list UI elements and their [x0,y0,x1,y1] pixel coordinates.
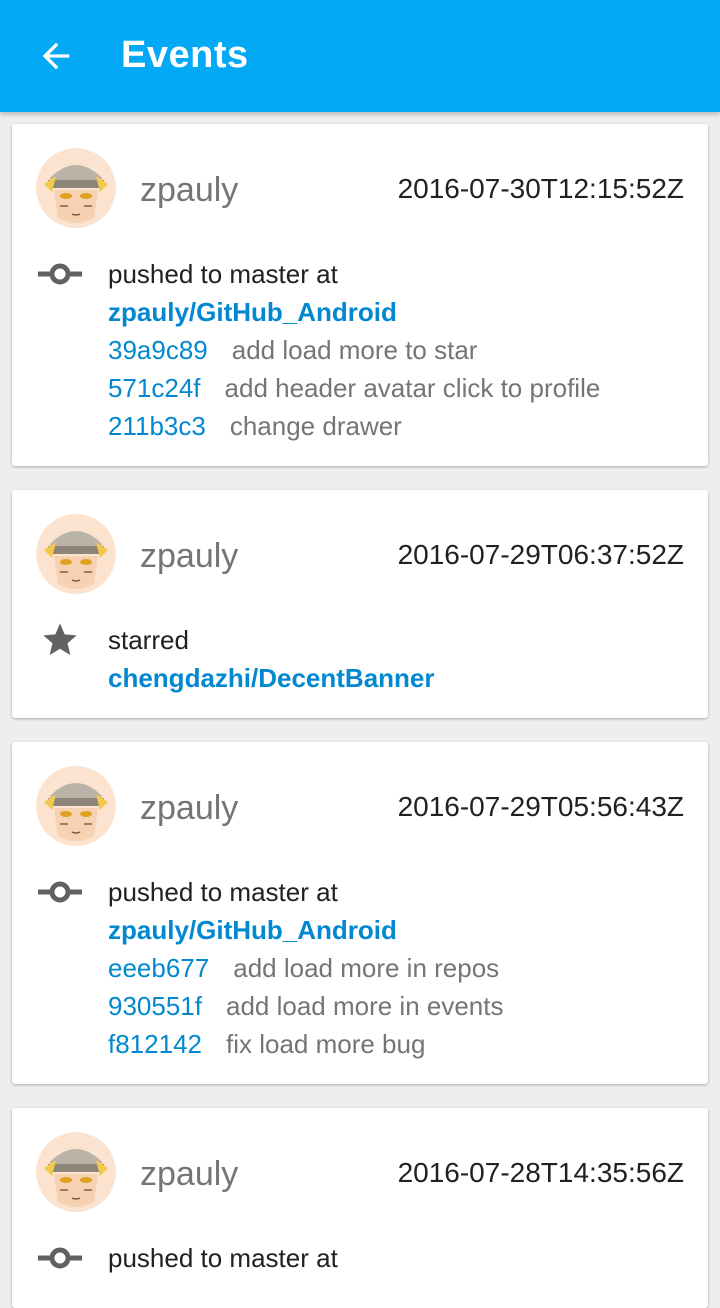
event-action: starred [108,625,189,655]
repo-link[interactable]: zpauly/GitHub_Android [108,911,692,949]
commit-sha-link[interactable]: f812142 [108,1025,202,1063]
event-timestamp: 2016-07-28T14:35:56Z [397,1157,684,1188]
repo-link[interactable]: chengdazhi/DecentBanner [108,659,692,697]
arrow-back-icon [42,42,70,70]
commit-sha-link[interactable]: eeeb677 [108,949,209,987]
event-body: pushed to master at [108,1239,692,1277]
page-title: Events [121,34,249,76]
event-body: pushed to master at zpauly/GitHub_Androi… [108,873,692,1063]
username[interactable]: zpauly [140,171,238,210]
event-card[interactable]: zpauly 2016-07-28T14:35:56Z pushed to ma… [12,1108,708,1308]
commit-message: change drawer [229,411,402,441]
avatar[interactable] [36,1132,116,1212]
commit-sha-link[interactable]: 571c24f [108,369,201,407]
star-icon [36,620,84,660]
back-button[interactable] [24,24,88,88]
event-action: pushed to master at [108,259,338,289]
event-card[interactable]: zpauly 2016-07-29T05:56:43Z pushed to ma… [12,742,708,1084]
commit-message: fix load more bug [225,1029,426,1059]
event-body: starred chengdazhi/DecentBanner [108,621,692,697]
commit-row: eeeb677 add load more in repos [108,949,692,987]
commit-sha-link[interactable]: 930551f [108,987,202,1025]
git-commit-icon [36,256,84,292]
event-timestamp: 2016-07-29T06:37:52Z [397,539,684,570]
event-timestamp: 2016-07-30T12:15:52Z [397,173,684,204]
app-bar: Events [0,0,720,112]
event-timestamp: 2016-07-29T05:56:43Z [397,791,684,822]
event-action: pushed to master at [108,1243,338,1273]
event-card[interactable]: zpauly 2016-07-30T12:15:52Z pushed to ma… [12,124,708,466]
event-body: pushed to master at zpauly/GitHub_Androi… [108,255,692,445]
avatar[interactable] [36,148,116,228]
commit-message: add load more to star [231,335,478,365]
commit-sha-link[interactable]: 39a9c89 [108,331,208,369]
event-card[interactable]: zpauly 2016-07-29T06:37:52Z starred chen… [12,490,708,718]
commit-row: f812142 fix load more bug [108,1025,692,1063]
commit-row: 211b3c3 change drawer [108,407,692,445]
event-action: pushed to master at [108,877,338,907]
commit-sha-link[interactable]: 211b3c3 [108,407,206,445]
git-commit-icon [36,1240,84,1276]
username[interactable]: zpauly [140,1155,238,1194]
commit-row: 930551f add load more in events [108,987,692,1025]
commit-message: add header avatar click to profile [224,373,601,403]
commit-message: add load more in repos [233,953,500,983]
avatar[interactable] [36,766,116,846]
username[interactable]: zpauly [140,537,238,576]
commit-message: add load more in events [225,991,504,1021]
username[interactable]: zpauly [140,789,238,828]
commit-row: 571c24f add header avatar click to profil… [108,369,692,407]
commit-row: 39a9c89 add load more to star [108,331,692,369]
avatar[interactable] [36,514,116,594]
repo-link[interactable]: zpauly/GitHub_Android [108,293,692,331]
git-commit-icon [36,874,84,910]
